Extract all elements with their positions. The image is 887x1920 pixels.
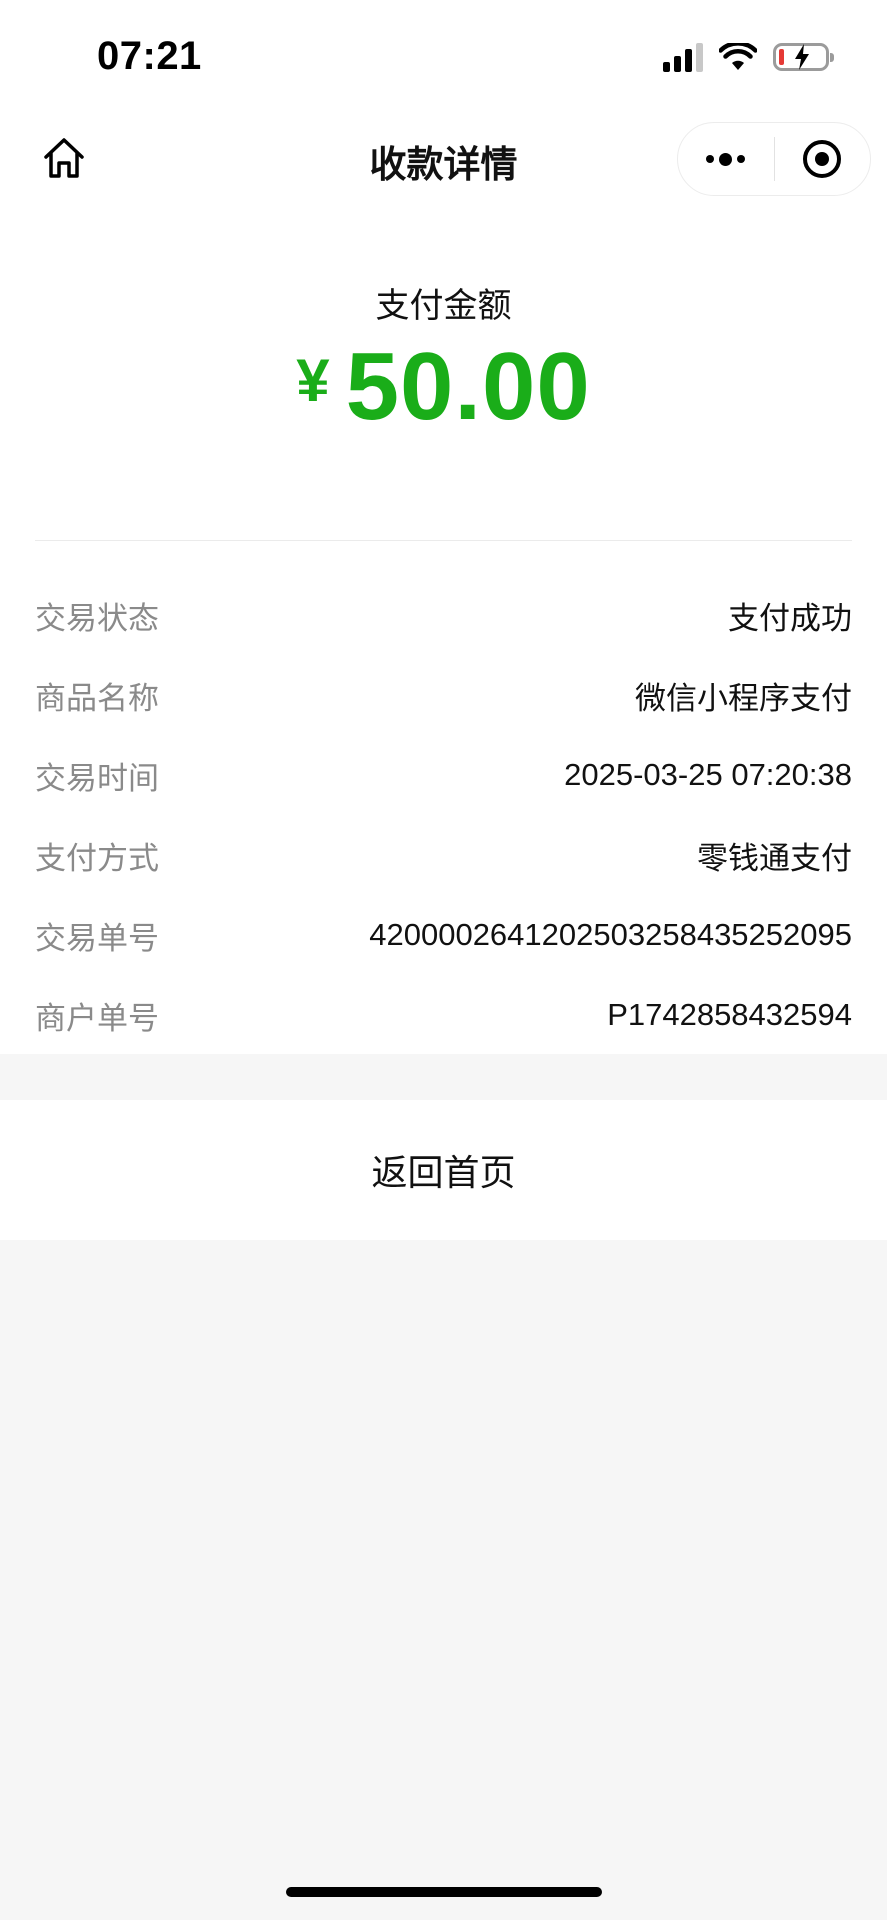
cellular-signal-icon (663, 42, 703, 72)
close-button[interactable] (775, 123, 871, 195)
more-button[interactable] (678, 123, 774, 195)
status-icons (663, 42, 834, 72)
nav-bar: 收款详情 (0, 110, 887, 210)
amount-value: 50.00 (345, 333, 591, 440)
detail-value: 2025-03-25 07:20:38 (564, 757, 852, 792)
more-dots-icon (706, 152, 746, 166)
detail-value: 4200002641202503258435252095 (369, 917, 852, 952)
payment-detail-screen: 07:21 收款详情 支付金额 ¥ 50.00 交易状态 支付成功 商品名称 微… (0, 0, 887, 1920)
detail-label: 交易状态 (35, 600, 159, 636)
status-bar: 07:21 (0, 0, 887, 110)
detail-label: 商品名称 (35, 680, 159, 716)
amount-label: 支付金额 (375, 287, 512, 325)
divider (35, 540, 852, 541)
wifi-icon (719, 43, 757, 70)
detail-row-time: 交易时间 2025-03-25 07:20:38 (35, 735, 852, 815)
battery-charging-icon (773, 43, 834, 71)
detail-label: 交易单号 (35, 920, 159, 956)
detail-value: 零钱通支付 (697, 840, 852, 876)
mini-program-capsule (677, 122, 871, 196)
detail-label: 交易时间 (35, 760, 159, 796)
currency-symbol: ¥ (296, 347, 330, 414)
back-home-button[interactable]: 返回首页 (341, 1134, 545, 1206)
home-indicator[interactable] (286, 1887, 602, 1897)
detail-row-status: 交易状态 支付成功 (35, 575, 852, 655)
payment-amount: ¥ 50.00 (0, 332, 887, 442)
detail-value: P1742858432594 (607, 997, 852, 1032)
target-circle-icon (803, 140, 842, 178)
detail-label: 支付方式 (35, 840, 159, 876)
detail-row-transaction-id: 交易单号 4200002641202503258435252095 (35, 895, 852, 975)
status-time: 07:21 (97, 34, 202, 78)
detail-row-product: 商品名称 微信小程序支付 (35, 655, 852, 735)
detail-row-method: 支付方式 零钱通支付 (35, 815, 852, 895)
detail-list: 交易状态 支付成功 商品名称 微信小程序支付 交易时间 2025-03-25 0… (35, 575, 852, 1055)
back-home-area: 返回首页 (0, 1100, 887, 1240)
detail-row-merchant-id: 商户单号 P1742858432594 (35, 975, 852, 1055)
payment-card: 支付金额 ¥ 50.00 交易状态 支付成功 商品名称 微信小程序支付 交易时间… (0, 210, 887, 1054)
detail-value: 支付成功 (728, 600, 852, 636)
detail-value: 微信小程序支付 (635, 680, 852, 716)
detail-label: 商户单号 (35, 1000, 159, 1036)
